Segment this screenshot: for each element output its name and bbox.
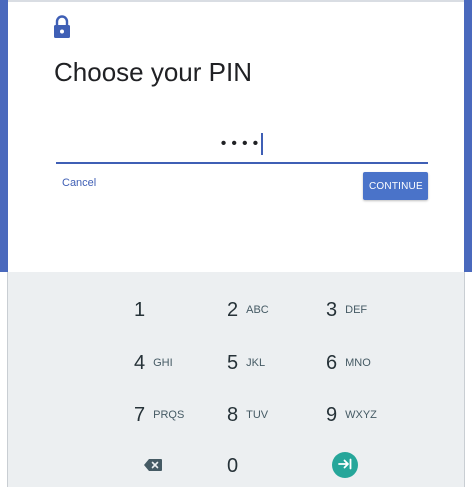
numeric-keypad: 1 2 ABC 3 DEF 4 GHI 5 JKL 6 MNO 7 PRQS 8… <box>8 272 464 487</box>
key-letters: WXYZ <box>345 409 377 421</box>
key-1[interactable]: 1 <box>134 292 214 328</box>
key-2[interactable]: 2 ABC <box>227 292 307 328</box>
key-digit: 5 <box>227 351 239 374</box>
pin-underline <box>56 162 428 164</box>
key-5[interactable]: 5 JKL <box>227 345 307 381</box>
enter-button[interactable] <box>332 452 358 478</box>
keypad-border-right <box>464 272 465 487</box>
cancel-button[interactable]: Cancel <box>62 177 96 189</box>
key-letters: PRQS <box>153 409 185 421</box>
key-digit: 2 <box>227 298 239 321</box>
key-4[interactable]: 4 GHI <box>134 345 214 381</box>
key-digit: 4 <box>134 351 146 374</box>
pin-dialog: Choose your PIN •••• Cancel CONTINUE <box>8 2 464 272</box>
lock-icon <box>53 15 71 39</box>
key-digit: 6 <box>326 351 338 374</box>
key-digit: 8 <box>227 403 239 426</box>
key-digit: 7 <box>134 403 146 426</box>
key-letters: TUV <box>246 409 269 421</box>
text-cursor <box>261 132 264 155</box>
key-letters: DEF <box>345 304 368 316</box>
key-7[interactable]: 7 PRQS <box>134 397 214 433</box>
pin-value: •••• <box>220 135 264 152</box>
key-8[interactable]: 8 TUV <box>227 397 307 433</box>
pin-value-display: •••• <box>56 132 428 156</box>
backspace-button[interactable] <box>133 450 173 482</box>
key-9[interactable]: 9 WXYZ <box>326 397 406 433</box>
dialog-title: Choose your PIN <box>54 57 252 87</box>
key-3[interactable]: 3 DEF <box>326 292 406 328</box>
pin-input[interactable]: •••• <box>56 130 428 164</box>
key-letters: MNO <box>345 357 371 369</box>
window-frame-left <box>0 0 8 272</box>
key-digit: 1 <box>134 298 146 321</box>
backspace-icon <box>144 458 162 474</box>
key-letters: JKL <box>246 357 266 369</box>
window-frame-right <box>464 0 472 272</box>
key-letters: ABC <box>246 304 269 316</box>
key-digit: 3 <box>326 298 338 321</box>
enter-arrow-icon <box>338 458 352 473</box>
continue-button[interactable]: CONTINUE <box>363 172 428 200</box>
key-digit: 9 <box>326 403 338 426</box>
key-digit: 0 <box>227 454 239 477</box>
key-0[interactable]: 0 <box>227 448 307 484</box>
key-letters: GHI <box>153 357 173 369</box>
key-6[interactable]: 6 MNO <box>326 345 406 381</box>
